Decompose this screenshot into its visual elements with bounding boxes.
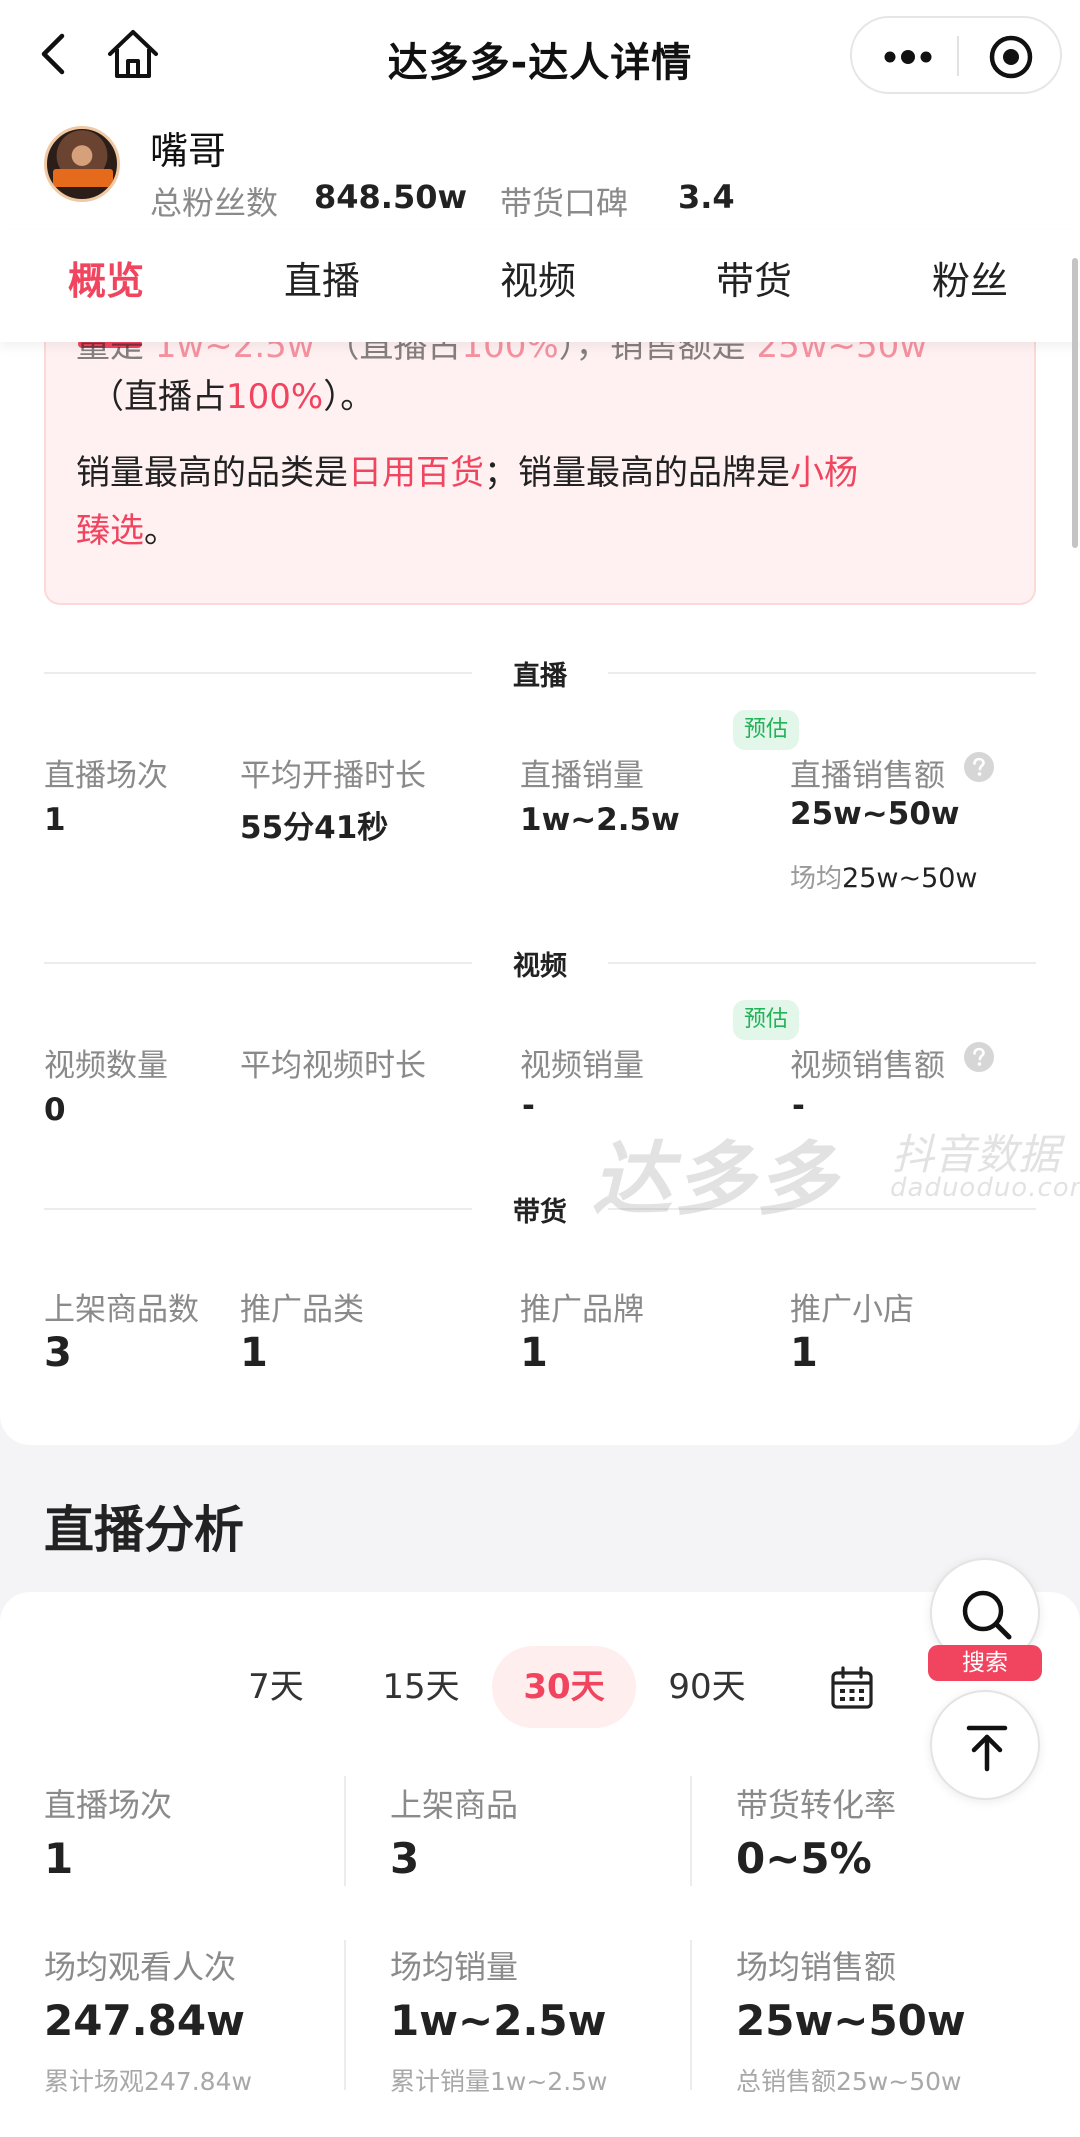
- live-sessions-value: 1: [44, 802, 66, 838]
- tab-fans[interactable]: 粉丝: [932, 250, 1008, 305]
- metric-value-listed-goods: 3: [390, 1834, 420, 1883]
- fans-label: 总粉丝数: [150, 184, 279, 222]
- watermark-logo: 达多多 抖音数据 daduoduo.com: [592, 1130, 1080, 1226]
- live-avg-revenue: 场均25w~50w: [790, 863, 978, 894]
- capsule-divider: [957, 36, 959, 76]
- rating-value: 3.4: [678, 178, 735, 216]
- period-90d[interactable]: 90天: [652, 1646, 762, 1728]
- live-sales-value: 1w~2.5w: [520, 802, 680, 838]
- goods-items-value: 3: [44, 1330, 72, 1376]
- live-duration-label: 平均开播时长: [240, 758, 426, 794]
- goods-brand-value: 1: [520, 1330, 548, 1376]
- help-icon[interactable]: [964, 1042, 994, 1072]
- video-sales-label: 视频销量: [520, 1048, 644, 1084]
- metric-sub-total-views: 累计场观247.84w: [44, 2067, 252, 2096]
- live-sales-label: 直播销量: [520, 758, 644, 794]
- metric-value-avg-revenue: 25w~50w: [736, 1996, 966, 2045]
- column-divider: [690, 1776, 692, 1886]
- tab-bar: 概览 直播 视频 带货 粉丝: [0, 230, 1080, 342]
- live-revenue-value: 25w~50w: [790, 796, 960, 832]
- metric-label-avg-sales: 场均销量: [390, 1948, 519, 1986]
- video-sales-value: -: [522, 1088, 535, 1124]
- mini-program-capsule: [850, 16, 1062, 94]
- metric-label-avg-views: 场均观看人次: [44, 1948, 237, 1986]
- rating-label: 带货口碑: [500, 184, 629, 222]
- period-15d[interactable]: 15天: [366, 1646, 476, 1728]
- section-title-live-analysis: 直播分析: [44, 1501, 244, 1559]
- video-revenue-label: 视频销售额: [790, 1048, 945, 1084]
- help-icon[interactable]: [964, 752, 994, 782]
- column-divider: [690, 1940, 692, 2090]
- live-revenue-label: 直播销售额: [790, 758, 945, 794]
- search-icon: [962, 1590, 1012, 1640]
- video-estimate-badge: 预估: [733, 1000, 799, 1040]
- back-to-top-button[interactable]: [930, 1690, 1040, 1800]
- influencer-header: 嘴哥 总粉丝数 848.50w 带货口碑 3.4: [0, 110, 1080, 230]
- tab-video[interactable]: 视频: [500, 250, 576, 305]
- period-7d[interactable]: 7天: [226, 1646, 326, 1728]
- fans-value: 848.50w: [314, 178, 468, 216]
- live-duration-value: 55分41秒: [240, 810, 389, 846]
- video-section-heading: 视频: [44, 942, 1036, 982]
- influencer-name: 嘴哥: [150, 129, 227, 173]
- live-estimate-badge: 预估: [733, 710, 799, 750]
- goods-shop-label: 推广小店: [790, 1292, 914, 1328]
- calendar-icon[interactable]: [830, 1666, 874, 1710]
- period-30d[interactable]: 30天: [492, 1646, 636, 1728]
- summary-line-2: 销量最高的品类是日用百货；销量最高的品牌是小杨: [76, 453, 858, 493]
- live-section-heading: 直播: [44, 652, 1036, 692]
- overview-card: 量是 1w~2.5w （直播占100%），销售额是 25w~50w （直播占10…: [0, 340, 1080, 1445]
- live-analysis-card: 7天 15天 30天 90天 直播场次 1 上架商品 3 带货转化率 0~5% …: [0, 1592, 1080, 2137]
- goods-category-value: 1: [240, 1330, 268, 1376]
- goods-shop-value: 1: [790, 1330, 818, 1376]
- metric-value-avg-sales: 1w~2.5w: [390, 1996, 607, 2045]
- avatar-badge: [53, 169, 113, 187]
- metric-sub-total-revenue: 总销售额25w~50w: [736, 2067, 962, 2096]
- tab-live[interactable]: 直播: [284, 250, 360, 305]
- tab-overview[interactable]: 概览: [68, 250, 144, 305]
- video-duration-label: 平均视频时长: [240, 1048, 426, 1084]
- column-divider: [344, 1940, 346, 2090]
- more-dots-icon[interactable]: [880, 42, 936, 72]
- goods-category-label: 推广品类: [240, 1292, 364, 1328]
- avatar[interactable]: [44, 126, 120, 202]
- arrow-up-icon: [966, 1725, 1008, 1772]
- goods-brand-label: 推广品牌: [520, 1292, 644, 1328]
- metric-label-listed-goods: 上架商品: [390, 1786, 519, 1824]
- goods-items-label: 上架商品数: [44, 1292, 199, 1328]
- metric-value-conversion: 0~5%: [736, 1834, 872, 1883]
- metric-value-avg-views: 247.84w: [44, 1996, 245, 2045]
- live-sessions-label: 直播场次: [44, 758, 168, 794]
- metric-sub-total-sales: 累计销量1w~2.5w: [390, 2067, 608, 2096]
- metric-label-sessions: 直播场次: [44, 1786, 173, 1824]
- summary-box: 量是 1w~2.5w （直播占100%），销售额是 25w~50w （直播占10…: [44, 340, 1036, 605]
- metric-label-avg-revenue: 场均销售额: [736, 1948, 897, 1986]
- close-target-icon[interactable]: [988, 34, 1034, 80]
- summary-line-3: 臻选。: [76, 511, 178, 551]
- navigation-bar: 达多多-达人详情: [0, 0, 1080, 110]
- scrollbar[interactable]: [1072, 258, 1078, 548]
- summary-cut-line: 量是 1w~2.5w （直播占100%），销售额是 25w~50w: [76, 340, 928, 366]
- summary-line-1: （直播占100%）。: [90, 377, 375, 417]
- video-count-value: 0: [44, 1092, 66, 1128]
- video-count-label: 视频数量: [44, 1048, 168, 1084]
- column-divider: [344, 1776, 346, 1886]
- metric-label-conversion: 带货转化率: [736, 1786, 897, 1824]
- metric-value-sessions: 1: [44, 1834, 74, 1883]
- search-button-label[interactable]: 搜索: [928, 1645, 1042, 1681]
- tab-goods[interactable]: 带货: [716, 250, 792, 305]
